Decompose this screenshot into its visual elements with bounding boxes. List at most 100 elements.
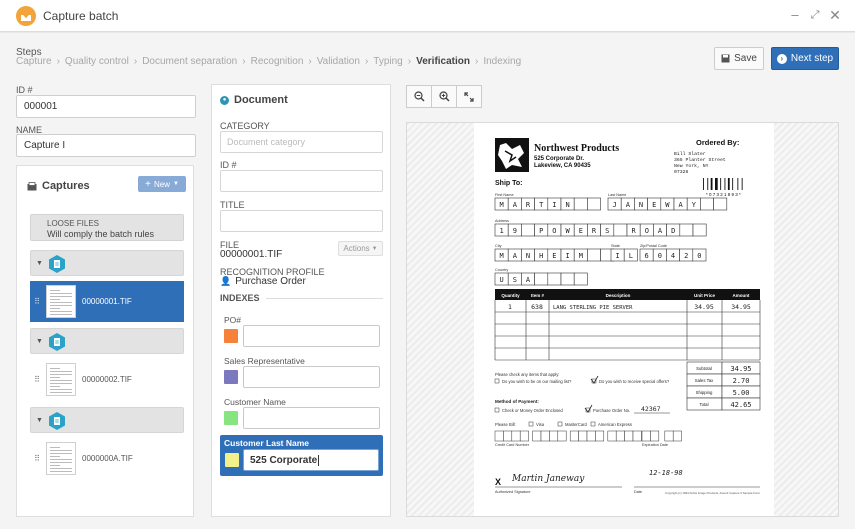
- step-quality-control[interactable]: Quality control: [65, 56, 129, 67]
- card-digit-box: [615, 430, 625, 442]
- step-validation[interactable]: Validation: [317, 56, 360, 67]
- index-input[interactable]: [243, 325, 380, 347]
- actions-dropdown[interactable]: Actions ▼: [338, 241, 383, 256]
- text-cursor: [318, 454, 320, 466]
- options-area: Please check any items that apply: Do you…: [494, 372, 682, 447]
- char-box: [560, 272, 575, 286]
- field-label: First Name: [495, 193, 514, 197]
- step-document-separation[interactable]: Document separation: [142, 56, 237, 67]
- index-input-active[interactable]: 525 Corporate: [243, 449, 379, 471]
- zoom-in-icon: [438, 91, 450, 102]
- barcode-bar: [715, 178, 718, 190]
- char-value: U: [499, 276, 503, 284]
- copyright: Copyright (c) 1994 Kofax Image Products,…: [665, 491, 761, 495]
- category-input[interactable]: Document category: [220, 131, 383, 153]
- batch-id-label: ID #: [16, 85, 33, 95]
- step-recognition[interactable]: Recognition: [251, 56, 304, 67]
- barcode-bar: [732, 178, 734, 190]
- char-box: [679, 223, 694, 237]
- drag-handle-icon[interactable]: ⠿: [30, 454, 44, 463]
- close-icon[interactable]: ✕: [827, 7, 843, 23]
- index-color-swatch: [225, 453, 239, 467]
- drag-handle-icon[interactable]: ⠿: [30, 375, 44, 384]
- step-capture[interactable]: Capture: [16, 56, 52, 67]
- char-value: O: [552, 227, 556, 235]
- indexes-header: INDEXES: [220, 293, 383, 303]
- totals-value: 42.65: [730, 401, 751, 409]
- ordered-by-lines: Bill Slater365 Planter StreetNew York, N…: [674, 151, 726, 175]
- batch-name-field[interactable]: Capture I: [16, 134, 196, 157]
- arrow-right-icon: ›: [776, 53, 787, 64]
- step-typing[interactable]: Typing: [373, 56, 402, 67]
- company-address2: Lakeview, CA 90435: [534, 163, 591, 169]
- char-value: 1: [499, 227, 503, 235]
- index-color-swatch: [224, 329, 238, 343]
- checkbox: [528, 421, 534, 427]
- capture-file-item[interactable]: ⠿ 0000000A.TIF: [30, 438, 184, 479]
- plus-icon: +: [145, 178, 151, 190]
- index-input[interactable]: [243, 407, 380, 429]
- barcode-bar: [737, 178, 739, 190]
- caret-down-icon: ▼: [36, 338, 43, 345]
- capture-group-header[interactable]: ▼: [30, 407, 184, 433]
- signature-area: X Martin Janeway Authorized Signature 12-18…: [495, 469, 761, 495]
- doc-id-input[interactable]: [220, 170, 383, 192]
- company-address1: 525 Corporate Dr.: [534, 156, 584, 162]
- barcode: [703, 178, 743, 190]
- inbox-icon: [27, 181, 37, 190]
- capture-file-item[interactable]: ⠿ 00000001.TIF: [30, 281, 184, 322]
- document-viewer[interactable]: Northwest Products 525 Corporate Dr. Lak…: [406, 122, 839, 517]
- step-separator-icon: ›: [308, 56, 312, 67]
- doc-title-input[interactable]: [220, 210, 383, 232]
- caret-down-icon: ▼: [36, 417, 43, 424]
- save-button[interactable]: Save: [714, 47, 764, 70]
- batch-id-field[interactable]: 000001: [16, 95, 196, 118]
- char-box: [587, 197, 601, 211]
- drag-handle-icon[interactable]: ⠿: [30, 297, 44, 306]
- capture-group-header[interactable]: ▼: [30, 328, 184, 354]
- viewer-toolbar: [406, 85, 482, 108]
- card-digit-box: [494, 430, 504, 442]
- next-step-button[interactable]: › Next step: [771, 47, 839, 70]
- char-box: [534, 272, 549, 286]
- capture-group-header[interactable]: ▼: [30, 250, 184, 276]
- field-label: Address: [495, 219, 509, 223]
- index-label: Customer Last Name: [224, 438, 310, 448]
- file-name: 00000001.TIF: [82, 297, 132, 306]
- maximize-icon[interactable]: ⤢: [807, 7, 823, 23]
- file-thumbnail: [46, 285, 76, 318]
- loose-files-item[interactable]: LOOSE FILES Will comply the batch rules: [30, 214, 184, 241]
- char-box: [573, 197, 588, 211]
- ordered-by-line: Bill Slater: [674, 151, 706, 157]
- index-item-active[interactable]: Customer Last Name 525 Corporate: [220, 435, 383, 476]
- step-indexing[interactable]: Indexing: [483, 56, 521, 67]
- document-panel: ● Document CATEGORY Document category ID…: [211, 84, 391, 517]
- zoom-out-button[interactable]: [406, 85, 432, 108]
- step-separator-icon: ›: [242, 56, 246, 67]
- step-verification[interactable]: Verification: [416, 56, 470, 67]
- index-color-swatch: [224, 370, 238, 384]
- field-label: Zip/Postal Code: [640, 244, 667, 248]
- char-value: N: [565, 201, 569, 209]
- new-capture-button[interactable]: + New ▼: [138, 176, 186, 192]
- fit-to-screen-button[interactable]: [456, 85, 482, 108]
- ordered-by-label: Ordered By:: [696, 138, 739, 147]
- steps-breadcrumb: Capture › Quality control › Document separat…: [16, 56, 521, 67]
- capture-file-item[interactable]: ⠿ 00000002.TIF: [30, 359, 184, 400]
- char-value: M: [499, 252, 503, 260]
- table-header: Unit Price: [694, 293, 716, 298]
- card-digit-box: [532, 430, 542, 442]
- company-name: Northwest Products: [534, 143, 619, 154]
- minimize-icon[interactable]: –: [787, 7, 803, 23]
- line-items-table: Quantity Item # Description Unit Price Amoun…: [494, 289, 761, 361]
- expiry-digit-box: [641, 430, 651, 442]
- user-icon: 👤: [220, 276, 232, 286]
- char-value: 0: [697, 252, 701, 260]
- zoom-in-button[interactable]: [431, 85, 457, 108]
- totals-value: 5.00: [733, 389, 750, 397]
- step-separator-icon: ›: [475, 56, 479, 67]
- barcode-bar: [703, 178, 704, 190]
- expiry-digit-box: [672, 430, 682, 442]
- index-input[interactable]: [243, 366, 380, 388]
- signature-x: X: [495, 477, 501, 487]
